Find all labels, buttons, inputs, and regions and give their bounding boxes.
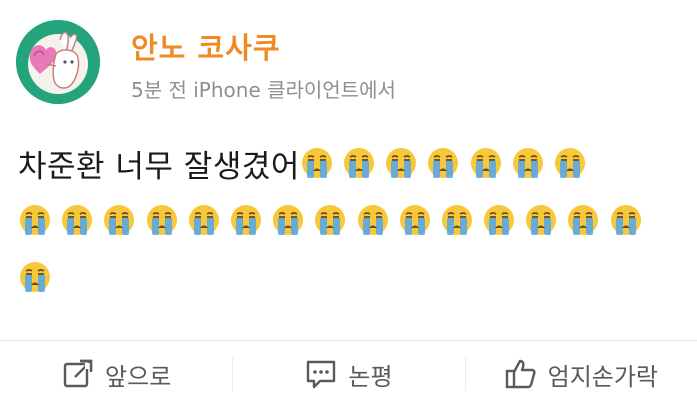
crying-face-icon [18, 260, 52, 294]
comment-label: 논평 [348, 362, 393, 391]
emoji-line [18, 252, 688, 302]
share-label: 앞으로 [105, 362, 172, 391]
crying-face-icon [524, 203, 558, 237]
crying-face-icon [440, 203, 474, 237]
crying-face-icon [511, 146, 545, 180]
crying-face-icon [426, 146, 460, 180]
crying-face-icon [313, 203, 347, 237]
comment-button[interactable]: 논평 [232, 341, 464, 407]
crying-face-icon [102, 203, 136, 237]
username[interactable]: 안노 코사쿠 [131, 25, 281, 67]
post-content: 차준환 너무 잘생겼어 [18, 138, 688, 309]
crying-face-icon [60, 203, 94, 237]
crying-face-icon [566, 203, 600, 237]
post-text-line: 차준환 너무 잘생겼어 [18, 138, 688, 188]
action-bar: 앞으로 논평 엄지손가락 [0, 341, 697, 407]
crying-face-icon [398, 203, 432, 237]
crying-face-icon [469, 146, 503, 180]
crying-face-icon [229, 203, 263, 237]
like-button[interactable]: 엄지손가락 [464, 341, 697, 407]
thumbs-up-icon [504, 357, 538, 391]
crying-face-icon [187, 203, 221, 237]
comment-icon [304, 357, 338, 391]
crying-face-icon [356, 203, 390, 237]
crying-face-icon [609, 203, 643, 237]
share-icon [61, 357, 95, 391]
crying-face-icon [482, 203, 516, 237]
share-button[interactable]: 앞으로 [0, 341, 232, 407]
like-label: 엄지손가락 [547, 362, 659, 391]
crying-face-icon [18, 203, 52, 237]
post-card: 안노 코사쿠 5분 전 iPhone 클라이언트에서 차준환 너무 잘생겼어 앞… [0, 0, 697, 407]
post-text: 차준환 너무 잘생겼어 [18, 148, 300, 185]
crying-face-icon [342, 146, 376, 180]
post-meta: 5분 전 iPhone 클라이언트에서 [131, 78, 396, 102]
crying-face-icon [145, 203, 179, 237]
emoji-line [18, 195, 688, 245]
avatar[interactable] [16, 20, 100, 104]
crying-face-icon [300, 146, 334, 180]
crying-face-icon [553, 146, 587, 180]
avatar-illustration [16, 20, 100, 104]
crying-face-icon [384, 146, 418, 180]
crying-face-icon [271, 203, 305, 237]
